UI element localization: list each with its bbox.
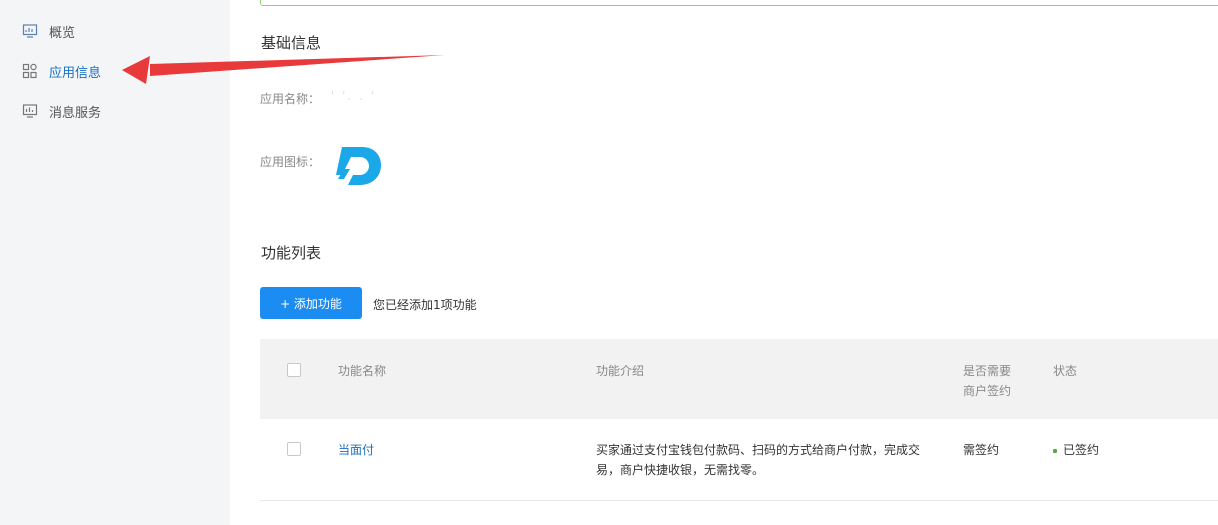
column-header-sign-line2: 商户签约 — [963, 384, 1012, 398]
sidebar-item-label: 消息服务 — [49, 105, 102, 121]
feature-desc-line1: 买家通过支付宝钱包付款码、扫码的方式给商户付款，完成交 — [596, 443, 921, 457]
column-header-desc: 功能介绍 — [596, 364, 645, 378]
page: 概览 应用信息 消息服务 基础信息 应用名称： ' '. . ' 应用图标： 功… — [0, 0, 1218, 525]
feature-table: 功能名称 功能介绍 是否需要 商户签约 状态 当面付 买家通过支付宝钱包付款码、… — [260, 339, 1218, 501]
feature-status-cell: 已签约 — [1053, 440, 1099, 460]
sidebar-item-overview[interactable]: 概览 — [22, 19, 75, 43]
grid-apps-icon — [22, 63, 37, 79]
sidebar-item-label: 应用信息 — [49, 65, 102, 81]
feature-desc-line2: 易，商户快捷收银，无需找零。 — [596, 463, 765, 477]
feature-status-text: 已签约 — [1063, 443, 1100, 457]
sidebar-item-app-info[interactable]: 应用信息 — [22, 59, 101, 83]
sidebar-item-label: 概览 — [49, 25, 76, 41]
column-header-sign: 是否需要 商户签约 — [963, 361, 1011, 401]
app-name-value: ' '. . ' — [331, 89, 376, 103]
success-alert-bar — [260, 0, 1218, 6]
app-name-label: 应用名称： — [260, 92, 321, 106]
column-header-name: 功能名称 — [338, 364, 387, 378]
table-row: 当面付 买家通过支付宝钱包付款码、扫码的方式给商户付款，完成交 易，商户快捷收银… — [260, 419, 1218, 501]
add-feature-button[interactable]: + 添加功能 — [260, 287, 362, 319]
feature-name-link[interactable]: 当面付 — [338, 443, 374, 457]
row-checkbox[interactable] — [287, 442, 301, 456]
app-icon-label: 应用图标： — [260, 155, 321, 169]
select-all-checkbox[interactable] — [287, 363, 301, 377]
bar-monitor-icon — [22, 104, 38, 118]
column-header-status: 状态 — [1053, 364, 1078, 378]
main-content: 基础信息 应用名称： ' '. . ' 应用图标： 功能列表 + 添加功能 您已… — [230, 0, 1218, 525]
feature-sign-cell: 需签约 — [963, 443, 1000, 457]
added-count-hint: 您已经添加1项功能 — [373, 298, 477, 312]
feature-name-cell: 当面付 — [338, 440, 374, 460]
column-header-sign-line1: 是否需要 — [963, 364, 1012, 378]
basic-info-title: 基础信息 — [261, 34, 322, 52]
monitor-icon — [22, 24, 38, 38]
feature-desc-cell: 买家通过支付宝钱包付款码、扫码的方式给商户付款，完成交 易，商户快捷收银，无需找… — [596, 440, 926, 480]
sidebar: 概览 应用信息 消息服务 — [0, 0, 230, 525]
feature-list-title: 功能列表 — [261, 244, 322, 262]
sidebar-item-message-service[interactable]: 消息服务 — [22, 99, 101, 123]
status-dot-icon — [1053, 448, 1057, 453]
table-header: 功能名称 功能介绍 是否需要 商户签约 状态 — [260, 339, 1218, 419]
app-logo-icon — [336, 147, 381, 185]
